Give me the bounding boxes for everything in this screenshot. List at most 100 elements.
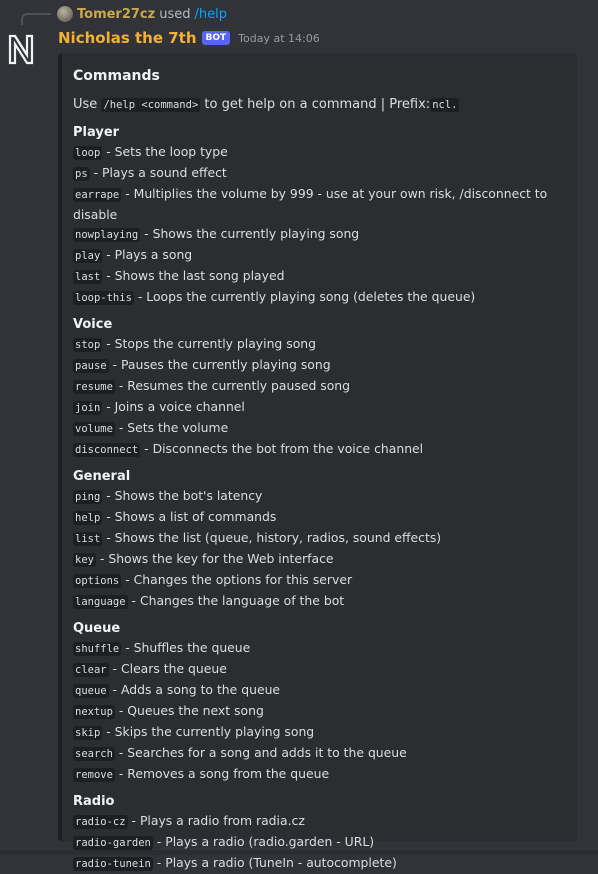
command-row: last - Shows the last song played: [73, 266, 565, 287]
command-row: key - Shows the key for the Web interfac…: [73, 549, 565, 570]
command-description: Plays a sound effect: [102, 165, 227, 180]
command-row: play - Plays a song: [73, 245, 565, 266]
command-row: nowplaying - Shows the currently playing…: [73, 224, 565, 245]
command-description: Plays a song: [114, 247, 193, 262]
command-row: ps - Plays a sound effect: [73, 163, 565, 184]
command-description: Resumes the currently paused song: [127, 378, 351, 393]
message-timestamp[interactable]: Today at 14:06: [238, 32, 320, 45]
command-code: options: [73, 574, 122, 588]
command-separator: -: [152, 834, 166, 849]
command-description: Sets the loop type: [114, 144, 228, 159]
command-description: Shows the key for the Web interface: [108, 551, 334, 566]
command-code: nextup: [73, 705, 115, 719]
section-title: Voice: [73, 317, 113, 332]
command-description: Pauses the currently playing song: [120, 357, 331, 372]
command-row: loop-this - Loops the currently playing …: [73, 287, 565, 308]
command-row: clear - Clears the queue: [73, 659, 565, 680]
embed-description: Use /help <command> to get help on a com…: [73, 95, 565, 115]
command-separator: -: [95, 551, 109, 566]
command-code: play: [73, 249, 103, 263]
command-code: last: [73, 270, 103, 284]
section-title: Player: [73, 125, 120, 140]
command-row: earrape - Multiplies the volume by 999 -…: [73, 184, 565, 224]
command-description: Removes a song from the queue: [127, 766, 330, 781]
command-separator: -: [102, 336, 115, 351]
command-row: list - Shows the list (queue, history, r…: [73, 528, 565, 549]
command-code: search: [73, 747, 115, 761]
command-description: Joins a voice channel: [114, 399, 245, 414]
reply-used-text: used: [159, 6, 191, 22]
command-separator: -: [102, 509, 115, 524]
command-separator: -: [89, 165, 103, 180]
command-separator: -: [140, 226, 153, 241]
command-description: Queues the next song: [127, 703, 264, 718]
command-separator: -: [114, 420, 128, 435]
command-separator: -: [152, 855, 166, 870]
command-row: shuffle - Shuffles the queue: [73, 638, 565, 659]
command-separator: -: [121, 572, 134, 587]
command-separator: -: [114, 745, 128, 760]
command-row: queue - Adds a song to the queue: [73, 680, 565, 701]
command-description: Shows a list of commands: [114, 509, 277, 524]
reply-preview[interactable]: Tomer27cz used /help: [57, 5, 227, 23]
command-description: Changes the language of the bot: [139, 593, 345, 608]
command-description: Plays a radio (radio.garden - URL): [165, 834, 375, 849]
command-code: shuffle: [73, 642, 122, 656]
embed-title: Commands: [73, 68, 160, 84]
command-separator: -: [108, 357, 121, 372]
command-code: pause: [73, 359, 109, 373]
command-separator: -: [102, 144, 115, 159]
command-description: Shows the last song played: [114, 268, 285, 283]
desc-middle-text: to get help on a command | Prefix:: [204, 97, 431, 112]
command-code: nowplaying: [73, 228, 141, 242]
command-section: General ping - Shows the bot's latency hel…: [73, 468, 565, 612]
command-row: join - Joins a voice channel: [73, 397, 565, 418]
desc-prefix-code: ncl.: [430, 98, 460, 112]
command-code: ping: [73, 490, 103, 504]
command-separator: -: [102, 247, 115, 262]
reply-avatar[interactable]: [57, 6, 73, 22]
command-code: radio-garden: [73, 836, 153, 850]
section-title: General: [73, 469, 131, 484]
command-code: key: [73, 553, 96, 567]
command-row: nextup - Queues the next song: [73, 701, 565, 722]
command-code: queue: [73, 684, 109, 698]
command-description: Plays a radio from radia.cz: [139, 813, 305, 828]
command-description: Skips the currently playing song: [114, 724, 315, 739]
command-separator: -: [102, 268, 115, 283]
command-separator: -: [102, 488, 115, 503]
bot-avatar[interactable]: [6, 32, 36, 66]
reply-username[interactable]: Tomer27cz: [77, 7, 155, 22]
command-separator: -: [108, 661, 121, 676]
command-row: search - Searches for a song and adds it…: [73, 743, 565, 764]
command-separator: -: [108, 682, 121, 697]
command-code: skip: [73, 726, 103, 740]
command-separator: -: [127, 593, 140, 608]
command-row: remove - Removes a song from the queue: [73, 764, 565, 785]
command-row: radio-cz - Plays a radio from radia.cz: [73, 811, 565, 832]
command-row: loop - Sets the loop type: [73, 142, 565, 163]
command-separator: -: [140, 441, 153, 456]
help-embed: Commands Use /help <command> to get help…: [58, 53, 577, 871]
reply-command[interactable]: /help: [194, 7, 226, 22]
command-description: Shows the currently playing song: [152, 226, 360, 241]
command-separator: -: [114, 378, 128, 393]
command-row: pause - Pauses the currently playing son…: [73, 355, 565, 376]
command-row: disconnect - Disconnects the bot from th…: [73, 439, 565, 460]
command-section: Voice stop - Stops the currently playing …: [73, 316, 565, 460]
command-description: Loops the currently playing song (delete…: [146, 289, 476, 304]
command-sections: Player loop - Sets the loop type ps - Play…: [73, 124, 565, 874]
command-description: Searches for a song and adds it to the q…: [127, 745, 407, 760]
command-description: Plays a radio (TuneIn - autocomplete): [165, 855, 397, 870]
command-code: radio-tunein: [73, 857, 153, 871]
author-name[interactable]: Nicholas the 7th: [58, 29, 197, 47]
command-section: Player loop - Sets the loop type ps - Play…: [73, 124, 565, 308]
command-code: earrape: [73, 188, 122, 202]
command-code: language: [73, 595, 128, 609]
command-separator: -: [102, 724, 115, 739]
command-section: Radio radio-cz - Plays a radio from radia…: [73, 793, 565, 874]
command-code: disconnect: [73, 443, 141, 457]
command-row: help - Shows a list of commands: [73, 507, 565, 528]
command-description: Clears the queue: [120, 661, 227, 676]
command-description: Sets the volume: [127, 420, 229, 435]
